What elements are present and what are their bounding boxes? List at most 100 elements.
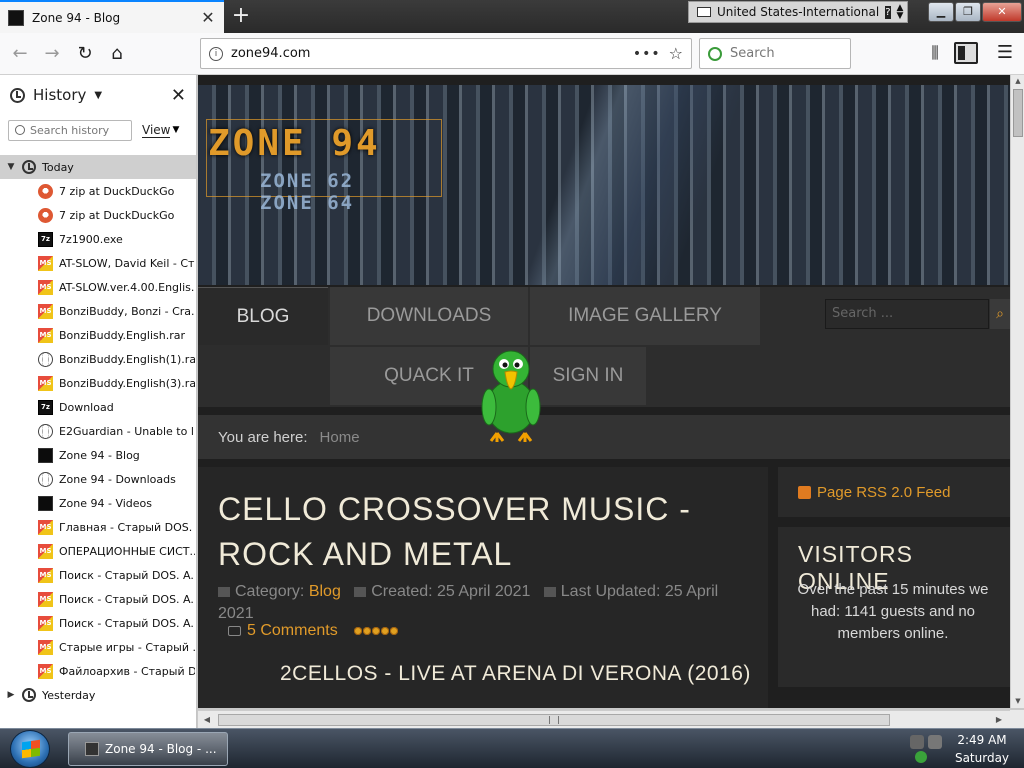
history-item[interactable]: MS Поиск - Старый DOS. A... xyxy=(0,611,196,635)
url-text[interactable]: zone94.com xyxy=(231,46,625,61)
keyboard-layout-indicator[interactable]: United States-International ? ▲ ▼ xyxy=(688,1,908,23)
history-item-label: Zone 94 - Blog xyxy=(59,448,140,462)
tab-zone94-blog[interactable]: Zone 94 - Blog ✕ xyxy=(0,0,224,33)
history-item-label: 7 zip at DuckDuckGo xyxy=(59,208,175,222)
7zip-icon: 7z xyxy=(38,399,53,415)
history-group-yesterday[interactable]: ▶ Yesterday xyxy=(0,683,196,707)
close-tab-icon[interactable]: ✕ xyxy=(200,8,216,27)
expand-arrow-icon[interactable]: ▶ xyxy=(6,690,16,700)
category-link[interactable]: Blog xyxy=(309,583,341,600)
tray-network-icon[interactable] xyxy=(910,735,924,749)
history-group-today[interactable]: ▼ Today xyxy=(0,155,196,179)
history-item[interactable]: MS BonziBuddy.English.rar xyxy=(0,323,196,347)
address-bar[interactable]: i zone94.com ••• ☆ xyxy=(200,38,692,69)
menu-item-sign-in[interactable]: SIGN IN xyxy=(530,347,646,405)
back-button[interactable]: ← xyxy=(6,40,34,68)
clock-time[interactable]: 2:49 AM xyxy=(952,733,1012,747)
library-icon[interactable]: ⫼ xyxy=(924,42,946,64)
forward-button[interactable]: → xyxy=(38,40,66,68)
history-item[interactable]: 7z Download xyxy=(0,395,196,419)
site-search-input[interactable]: Search ... xyxy=(825,299,989,329)
ms-icon: MS xyxy=(38,639,53,655)
breadcrumb-label: You are here: xyxy=(218,428,308,446)
view-menu-button[interactable]: View xyxy=(142,123,171,138)
history-item[interactable]: MS BonziBuddy.English(3).rar xyxy=(0,371,196,395)
tray-agent-icon[interactable] xyxy=(915,751,927,763)
history-item[interactable]: MS Старые игры - Старый ... xyxy=(0,635,196,659)
duckduckgo-icon xyxy=(38,183,53,199)
scroll-down-arrow-icon[interactable]: ▼ xyxy=(1011,695,1024,708)
scroll-up-arrow-icon[interactable]: ▲ xyxy=(1011,75,1024,88)
horizontal-scrollbar[interactable]: ◀ ▶ xyxy=(198,710,1010,728)
hamburger-menu-icon[interactable]: ☰ xyxy=(994,42,1016,64)
rss-feed-link[interactable]: Page RSS 2.0 Feed xyxy=(817,484,950,501)
site-logo[interactable]: ZONE 94 xyxy=(208,123,381,164)
search-bar[interactable]: Search xyxy=(699,38,851,69)
horizontal-scroll-thumb[interactable] xyxy=(218,714,890,726)
history-item[interactable]: MS Поиск - Старый DOS. A... xyxy=(0,587,196,611)
history-item-label: Zone 94 - Videos xyxy=(59,496,153,510)
menu-item-downloads[interactable]: DOWNLOADS xyxy=(330,287,528,345)
history-item[interactable]: MS Файлоархив - Старый D... xyxy=(0,659,196,683)
site-search-icon[interactable]: ⌕ xyxy=(990,299,1010,329)
new-tab-button[interactable]: + xyxy=(228,3,254,29)
history-item[interactable]: BonziBuddy.English(1).rar xyxy=(0,347,196,371)
history-item-label: Download xyxy=(59,400,114,414)
history-item[interactable]: 7 zip at DuckDuckGo xyxy=(0,179,196,203)
history-item[interactable]: E2Guardian - Unable to l... xyxy=(0,419,196,443)
history-item[interactable]: 7 zip at DuckDuckGo xyxy=(0,203,196,227)
history-item[interactable]: MS AT-SLOW, David Keil - Ст... xyxy=(0,251,196,275)
collapse-arrow-icon[interactable]: ▼ xyxy=(6,162,16,172)
history-item[interactable]: Zone 94 - Videos xyxy=(0,491,196,515)
comments-link[interactable]: 5 Comments xyxy=(247,622,338,640)
menu-item-image-gallery[interactable]: IMAGE GALLERY xyxy=(530,287,760,345)
reload-button[interactable]: ↻ xyxy=(71,40,99,68)
rating-star-icon[interactable] xyxy=(380,627,389,635)
tray-volume-icon[interactable] xyxy=(928,735,942,749)
rating-stars[interactable] xyxy=(353,627,398,635)
close-sidebar-icon[interactable]: ✕ xyxy=(171,85,186,106)
taskbar-item-firefox[interactable]: Zone 94 - Blog - ... xyxy=(68,732,228,766)
home-button[interactable]: ⌂ xyxy=(103,40,131,68)
sidebar-title[interactable]: History xyxy=(33,86,86,104)
rating-star-icon[interactable] xyxy=(371,627,380,635)
close-window-button[interactable]: ✕ xyxy=(982,2,1022,22)
history-item[interactable]: MS BonziBuddy, Bonzi - Cra... xyxy=(0,299,196,323)
options-arrows-icon[interactable]: ▲ ▼ xyxy=(897,4,904,21)
rating-star-icon[interactable] xyxy=(389,627,398,635)
vertical-scrollbar[interactable]: ▲ ▼ xyxy=(1010,75,1024,708)
rating-star-icon[interactable] xyxy=(362,627,371,635)
parrot-agent-icon[interactable] xyxy=(475,345,547,447)
history-item[interactable]: 7z 7z1900.exe xyxy=(0,227,196,251)
site-info-icon[interactable]: i xyxy=(209,46,223,61)
article-title[interactable]: CELLO CROSSOVER MUSIC - ROCK AND METAL xyxy=(218,487,758,577)
scroll-left-arrow-icon[interactable]: ◀ xyxy=(200,713,214,727)
comment-icon xyxy=(228,626,241,636)
history-search-placeholder: Search history xyxy=(30,123,110,137)
minimize-button[interactable]: ▁ xyxy=(928,2,954,22)
history-item[interactable]: Zone 94 - Downloads xyxy=(0,467,196,491)
history-item[interactable]: MS Главная - Старый DOS. ... xyxy=(0,515,196,539)
history-item[interactable]: MS ОПЕРАЦИОННЫЕ СИСТ... xyxy=(0,539,196,563)
site-banner-image: ZONE 94 ZONE 62 ZONE 64 xyxy=(198,85,1010,285)
history-item[interactable]: Zone 94 - Blog xyxy=(0,443,196,467)
bookmark-star-icon[interactable]: ☆ xyxy=(669,44,683,63)
chevron-down-icon[interactable]: ▼ xyxy=(94,90,102,101)
web-page: ZONE 94 ZONE 62 ZONE 64 BLOG DOWNLOADS I… xyxy=(198,75,1010,708)
start-button[interactable] xyxy=(10,730,50,768)
scroll-right-arrow-icon[interactable]: ▶ xyxy=(992,713,1006,727)
menu-item-blog[interactable]: BLOG xyxy=(198,287,328,345)
vertical-scroll-thumb[interactable] xyxy=(1013,89,1023,137)
chevron-down-icon[interactable]: ▼ xyxy=(172,125,179,135)
history-item[interactable]: MS AT-SLOW.ver.4.00.Englis... xyxy=(0,275,196,299)
history-search-input[interactable]: Search history xyxy=(8,119,132,141)
clock-day[interactable]: Saturday xyxy=(952,751,1012,765)
page-actions-icon[interactable]: ••• xyxy=(633,46,661,62)
history-item[interactable]: MS Поиск - Старый DOS. A... xyxy=(0,563,196,587)
search-icon xyxy=(15,125,25,135)
sidebar-toggle-icon[interactable] xyxy=(954,42,978,64)
restore-button[interactable]: ❐ xyxy=(955,2,981,22)
rating-star-icon[interactable] xyxy=(353,627,362,635)
history-item-label: Поиск - Старый DOS. A... xyxy=(59,592,195,606)
help-icon[interactable]: ? xyxy=(885,5,891,19)
